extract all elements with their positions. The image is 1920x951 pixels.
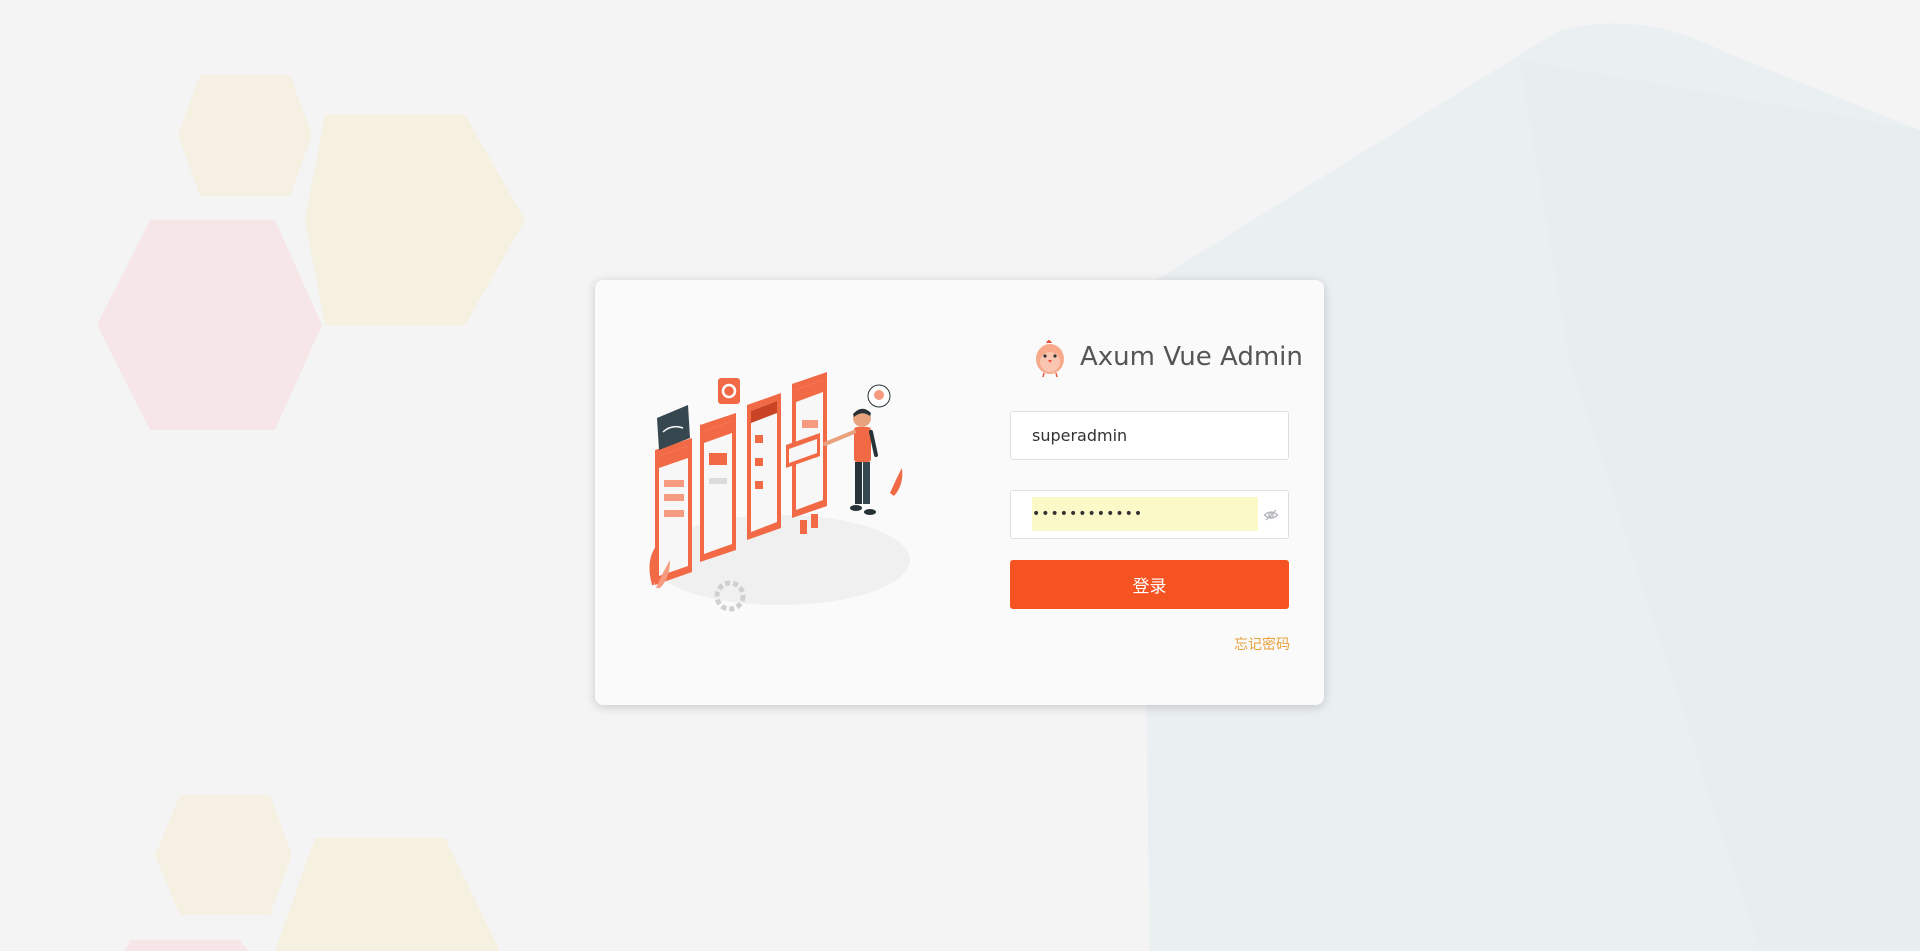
chick-logo-icon (1036, 340, 1064, 378)
password-input[interactable] (1032, 497, 1258, 531)
login-card: Axum Vue Admin 登录 忘记密码 (595, 280, 1324, 705)
app-title: Axum Vue Admin (1080, 342, 1303, 372)
login-button[interactable]: 登录 (1010, 560, 1289, 609)
username-input[interactable] (1032, 420, 1264, 451)
forgot-password-link[interactable]: 忘记密码 (1234, 634, 1290, 654)
password-field[interactable] (1010, 490, 1289, 539)
username-field[interactable] (1010, 411, 1289, 460)
kanban-illustration (649, 372, 910, 612)
brand: Axum Vue Admin (1030, 335, 1303, 379)
eye-hidden-icon[interactable] (1263, 507, 1279, 523)
